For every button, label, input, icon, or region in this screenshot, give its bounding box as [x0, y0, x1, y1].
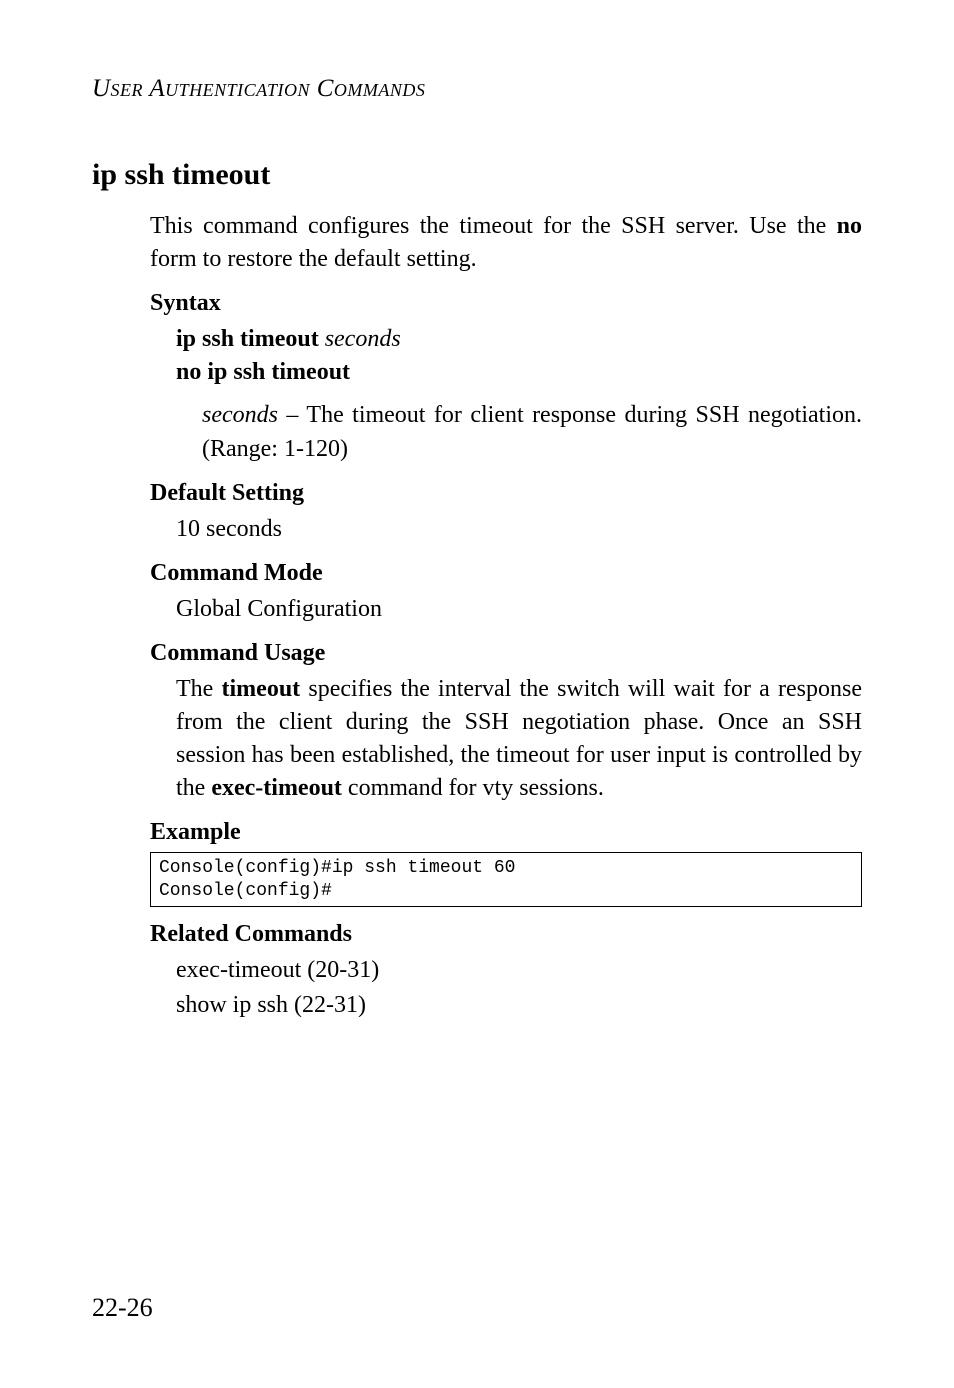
syntax-line2-bold: no ip ssh timeout	[176, 359, 350, 385]
intro-paragraph: This command configures the timeout for …	[150, 210, 862, 276]
example-code: Console(config)#ip ssh timeout 60 Consol…	[150, 852, 862, 907]
related-line1: exec-timeout (20-31)	[150, 954, 862, 987]
default-heading: Default Setting	[150, 480, 862, 507]
mode-heading: Command Mode	[150, 560, 862, 587]
usage-heading: Command Usage	[150, 640, 862, 667]
syntax-line1-bold: ip ssh timeout	[176, 326, 325, 352]
syntax-param-italic: seconds	[202, 402, 278, 428]
intro-post: form to restore the default setting.	[150, 246, 477, 272]
usage-bold2: exec-timeout	[211, 775, 342, 801]
syntax-param-rest: – The timeout for client response during…	[202, 402, 862, 461]
page-number: 22-26	[92, 1293, 153, 1323]
mode-value: Global Configuration	[150, 593, 862, 626]
running-header: User Authentication Commands	[92, 75, 862, 103]
usage-paragraph: The timeout specifies the interval the s…	[150, 673, 862, 805]
related-line2: show ip ssh (22-31)	[150, 989, 862, 1022]
intro-pre: This command configures the timeout for …	[150, 213, 837, 239]
intro-bold: no	[837, 213, 862, 239]
usage-pre: The	[176, 676, 222, 702]
command-title: ip ssh timeout	[92, 158, 862, 192]
syntax-line1-italic: seconds	[325, 326, 401, 352]
page-container: User Authentication Commands ip ssh time…	[0, 0, 954, 1388]
default-value: 10 seconds	[150, 513, 862, 546]
related-heading: Related Commands	[150, 921, 862, 948]
usage-post: command for vty sessions.	[342, 775, 604, 801]
syntax-param: seconds – The timeout for client respons…	[150, 399, 862, 465]
example-heading: Example	[150, 819, 862, 846]
syntax-heading: Syntax	[150, 290, 862, 317]
body-block: This command configures the timeout for …	[92, 210, 862, 1023]
usage-bold1: timeout	[222, 676, 301, 702]
syntax-lines: ip ssh timeout seconds no ip ssh timeout	[150, 323, 862, 389]
